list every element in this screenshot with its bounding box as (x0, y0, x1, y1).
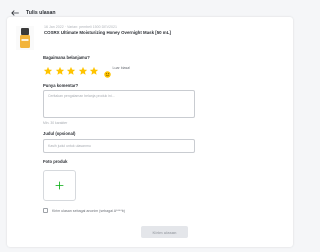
anonymous-checkbox[interactable] (43, 208, 48, 213)
anonymous-label: Kirim ulasan sebagai anonim (sebagai A**… (52, 208, 125, 213)
star-icon[interactable] (43, 63, 53, 75)
star-icon[interactable] (55, 63, 65, 75)
rating-label: Luar biasa! (112, 66, 131, 70)
submit-review-button[interactable]: Kirim ulasan (141, 226, 188, 238)
product-summary: 16 Jan 2022 · Varian: pembeli 1500 DEV20… (16, 25, 171, 50)
product-image (16, 26, 34, 50)
photo-label: Foto produk (43, 159, 68, 164)
title-field-label: Judul (opsional) (43, 131, 76, 136)
star-icon[interactable] (89, 63, 99, 75)
page-title: Tulis ulasan (26, 10, 56, 16)
comment-hint: Min. 30 karakter (43, 121, 68, 125)
happy-face-icon (103, 65, 111, 78)
review-form-card: 16 Jan 2022 · Varian: pembeli 1500 DEV20… (7, 17, 293, 247)
rating-question: Bagaimana belanjamu? (43, 55, 90, 60)
anonymous-option[interactable]: Kirim ulasan sebagai anonim (sebagai A**… (43, 208, 125, 213)
plus-icon (55, 177, 64, 195)
product-name: COSRX Ultimate Moisturizing Honey Overni… (44, 30, 171, 35)
comment-textarea[interactable]: Ceritakan pengalaman belanja produk ini.… (43, 90, 195, 118)
star-icon[interactable] (66, 63, 76, 75)
star-rating[interactable]: Luar biasa! (43, 63, 131, 78)
star-icon[interactable] (78, 63, 88, 75)
add-photo-button[interactable] (43, 170, 76, 201)
title-input[interactable]: Kasih judul untuk ulasanmu (43, 139, 195, 153)
comment-label: Punya komentar? (43, 83, 79, 88)
